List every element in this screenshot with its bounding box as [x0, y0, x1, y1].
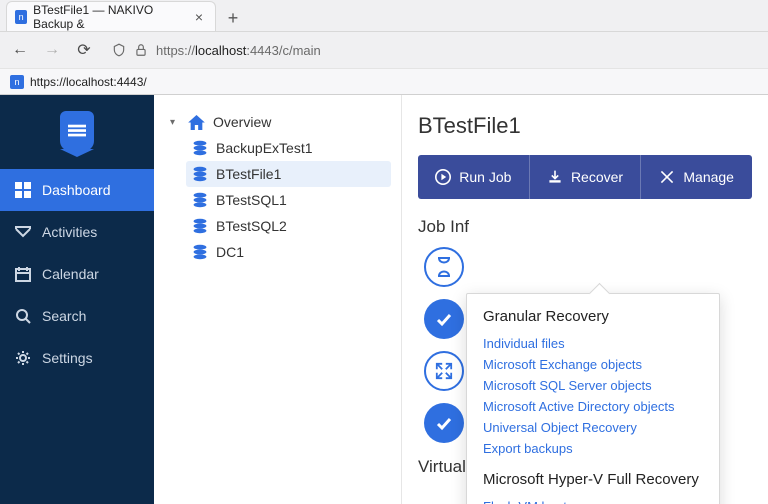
- url-text: https://localhost:4443/c/main: [156, 43, 321, 58]
- reload-button[interactable]: ⟳: [74, 40, 94, 60]
- tree-item-label: BTestSQL1: [216, 192, 287, 208]
- forward-button[interactable]: →: [42, 41, 62, 59]
- job-info-heading: Job Inf: [418, 217, 752, 237]
- app-root: Dashboard Activities Calendar Search Set…: [0, 95, 768, 504]
- browser-tab[interactable]: n BTestFile1 — NAKIVO Backup & ×: [6, 1, 216, 31]
- stack-icon: [192, 244, 208, 260]
- tab-bar: n BTestFile1 — NAKIVO Backup & × +: [0, 0, 768, 32]
- search-icon: [14, 307, 32, 325]
- tab-close-icon[interactable]: ×: [191, 9, 207, 25]
- action-bar: Run Job Recover Manage: [418, 155, 752, 199]
- nav-label: Settings: [42, 350, 93, 366]
- tree-item-label: BackupExTest1: [216, 140, 313, 156]
- nav-label: Search: [42, 308, 86, 324]
- nav-settings[interactable]: Settings: [0, 337, 154, 379]
- recover-dropdown: Granular Recovery Individual files Micro…: [466, 293, 720, 504]
- bookmark-item[interactable]: https://localhost:4443/: [30, 75, 147, 89]
- download-icon: [547, 169, 563, 185]
- nav-label: Calendar: [42, 266, 99, 282]
- nav-search[interactable]: Search: [0, 295, 154, 337]
- stack-icon: [192, 140, 208, 156]
- page-title: BTestFile1: [418, 113, 752, 139]
- check-tile-icon: [424, 403, 464, 443]
- run-job-button[interactable]: Run Job: [418, 155, 529, 199]
- stack-icon: [192, 218, 208, 234]
- stack-icon: [192, 192, 208, 208]
- tree-item[interactable]: BackupExTest1: [186, 135, 391, 161]
- nav-activities[interactable]: Activities: [0, 211, 154, 253]
- status-tiles: [424, 247, 468, 443]
- tree-item[interactable]: BTestSQL2: [186, 213, 391, 239]
- tab-favicon-icon: n: [15, 10, 27, 24]
- play-icon: [435, 169, 451, 185]
- check-tile-icon: [424, 299, 464, 339]
- dd-export-backups[interactable]: Export backups: [483, 438, 703, 459]
- home-icon: [188, 115, 205, 130]
- tree-item-label: DC1: [216, 244, 244, 260]
- nav-dashboard[interactable]: Dashboard: [0, 169, 154, 211]
- shield-logo-icon: [60, 111, 94, 151]
- back-button[interactable]: ←: [10, 41, 30, 59]
- activities-icon: [14, 223, 32, 241]
- dd-individual-files[interactable]: Individual files: [483, 333, 703, 354]
- nav-label: Dashboard: [42, 182, 111, 198]
- dd-universal-recovery[interactable]: Universal Object Recovery: [483, 417, 703, 438]
- hourglass-tile-icon: [424, 247, 464, 287]
- bookmarks-bar: n https://localhost:4443/: [0, 68, 768, 94]
- tree-root-label: Overview: [213, 114, 271, 130]
- calendar-icon: [14, 265, 32, 283]
- run-job-label: Run Job: [459, 169, 511, 185]
- address-bar: ← → ⟳ https://localhost:4443/c/main: [0, 32, 768, 68]
- tree-item-label: BTestSQL2: [216, 218, 287, 234]
- url-field[interactable]: https://localhost:4443/c/main: [106, 43, 758, 58]
- caret-down-icon: ▾: [170, 117, 180, 128]
- job-tree: ▾ Overview BackupExTest1 BTestFile1: [154, 95, 402, 504]
- lock-icon: [134, 43, 148, 57]
- full-recovery-heading: Microsoft Hyper-V Full Recovery: [483, 471, 703, 488]
- app-logo: [0, 103, 154, 169]
- tree-item[interactable]: BTestSQL1: [186, 187, 391, 213]
- tree-item-label: BTestFile1: [216, 166, 281, 182]
- tools-icon: [659, 169, 675, 185]
- manage-button[interactable]: Manage: [640, 155, 752, 199]
- tree-root[interactable]: ▾ Overview: [164, 109, 391, 135]
- tree-item[interactable]: BTestFile1: [186, 161, 391, 187]
- tab-title: BTestFile1 — NAKIVO Backup &: [33, 3, 185, 31]
- manage-label: Manage: [683, 169, 734, 185]
- expand-tile-icon: [424, 351, 464, 391]
- recover-button[interactable]: Recover: [529, 155, 641, 199]
- new-tab-button[interactable]: +: [220, 5, 246, 31]
- recover-label: Recover: [571, 169, 623, 185]
- tree-item[interactable]: DC1: [186, 239, 391, 265]
- nav-label: Activities: [42, 224, 97, 240]
- settings-icon: [14, 349, 32, 367]
- side-nav: Dashboard Activities Calendar Search Set…: [0, 95, 154, 504]
- stack-icon: [192, 166, 208, 182]
- dashboard-icon: [14, 181, 32, 199]
- granular-recovery-heading: Granular Recovery: [483, 308, 703, 325]
- main-panel: BTestFile1 Run Job Recover Manage: [402, 95, 768, 504]
- nav-calendar[interactable]: Calendar: [0, 253, 154, 295]
- shield-icon: [112, 43, 126, 57]
- dd-ad-objects[interactable]: Microsoft Active Directory objects: [483, 396, 703, 417]
- bookmark-favicon-icon: n: [10, 75, 24, 89]
- dd-exchange-objects[interactable]: Microsoft Exchange objects: [483, 354, 703, 375]
- dd-sql-objects[interactable]: Microsoft SQL Server objects: [483, 375, 703, 396]
- browser-chrome: n BTestFile1 — NAKIVO Backup & × + ← → ⟳…: [0, 0, 768, 95]
